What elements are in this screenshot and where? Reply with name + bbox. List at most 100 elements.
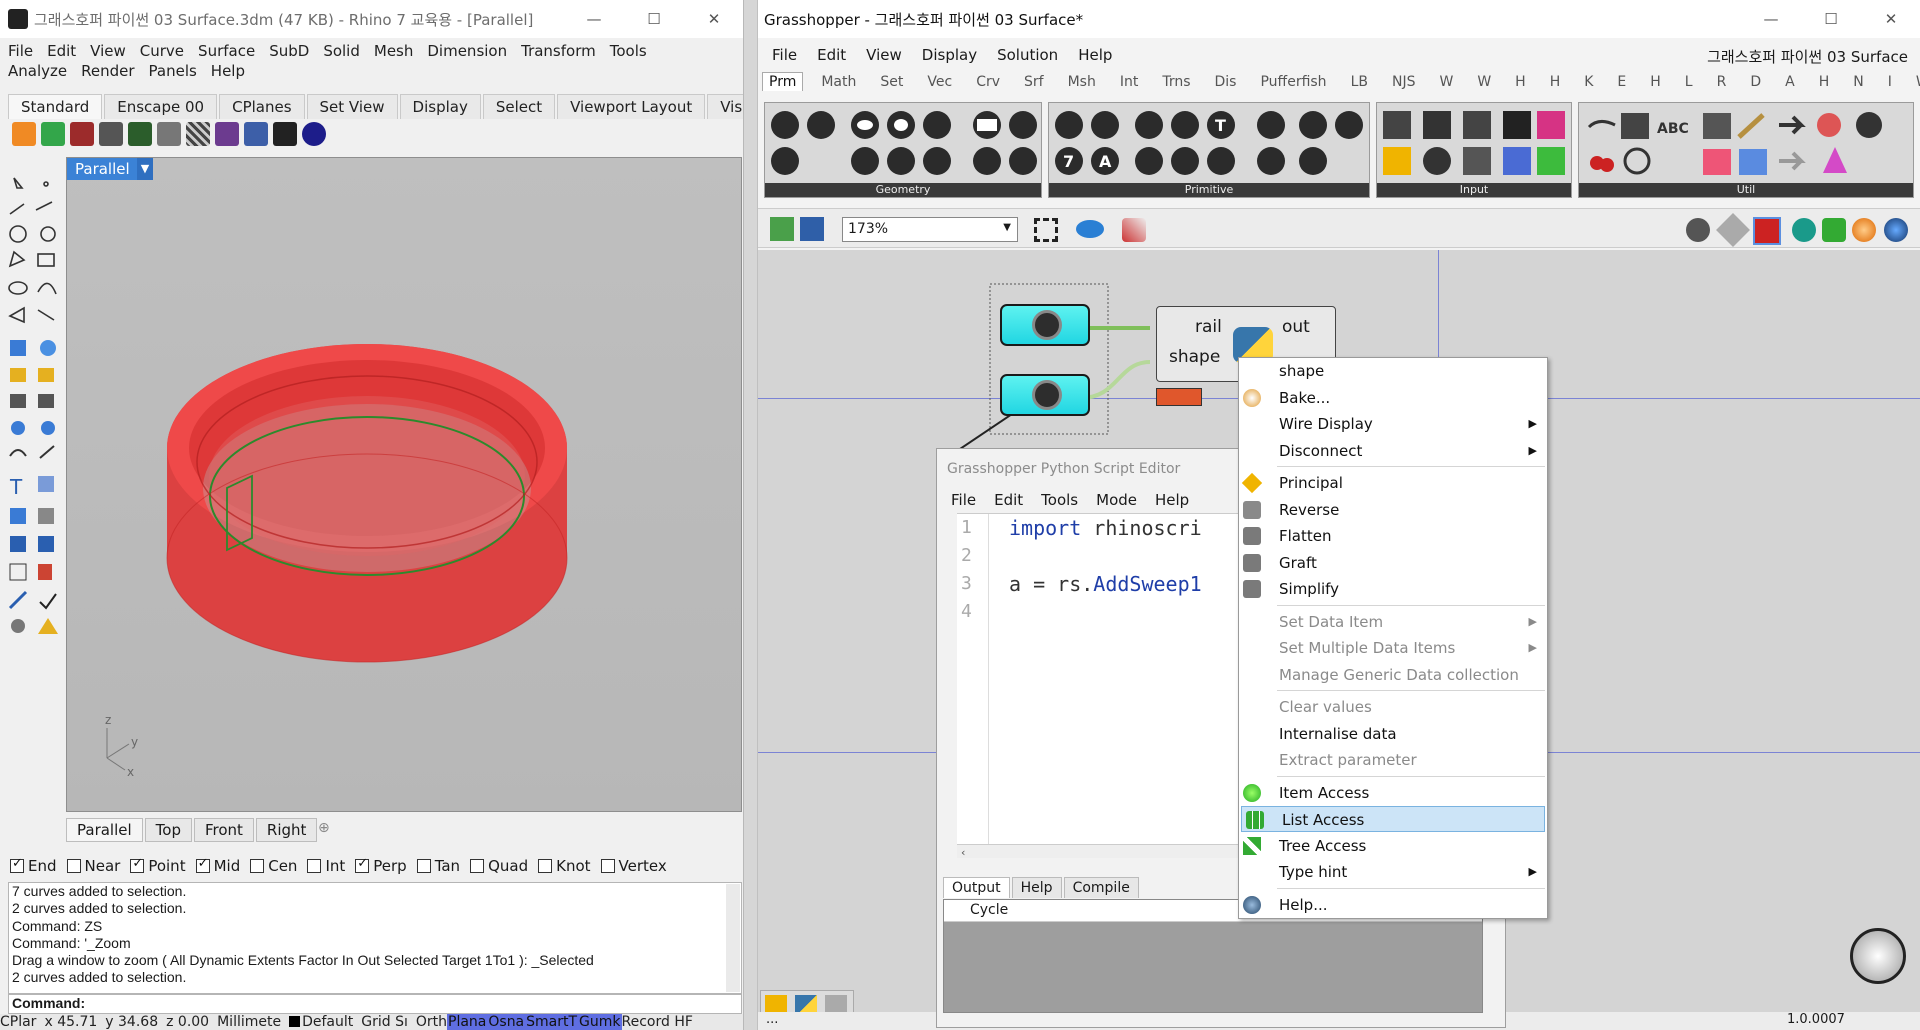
gh-tab-lb[interactable]: LB bbox=[1351, 74, 1368, 91]
gh-tab-d[interactable]: D bbox=[1750, 74, 1761, 91]
menu-file[interactable]: File bbox=[8, 41, 33, 61]
menu-item-bake[interactable]: Bake... bbox=[1239, 385, 1547, 411]
menu-item-principal[interactable]: Principal bbox=[1239, 470, 1547, 496]
command-prompt[interactable]: Command: bbox=[8, 994, 742, 1014]
gh-tab-msh[interactable]: Msh bbox=[1068, 74, 1096, 91]
curve-param-node-shape[interactable] bbox=[1000, 374, 1090, 416]
gh-tab-pufferfish[interactable]: Pufferfish bbox=[1260, 74, 1326, 91]
py-menu-mode[interactable]: Mode bbox=[1096, 491, 1137, 509]
osnap-knot[interactable]: Knot bbox=[538, 857, 591, 875]
gh-minimize-button[interactable]: — bbox=[1741, 0, 1801, 38]
menu-item-shape[interactable]: shape bbox=[1239, 358, 1547, 384]
python-output-out[interactable]: out bbox=[1282, 317, 1310, 337]
tab-set-view[interactable]: Set View bbox=[306, 94, 398, 119]
tab-display[interactable]: Display bbox=[399, 94, 481, 119]
util-param-icons[interactable]: ABC bbox=[1579, 103, 1913, 183]
gh-document-name[interactable]: 그래스호퍼 파이썬 03 Surface bbox=[1707, 46, 1908, 67]
menu-panels[interactable]: Panels bbox=[149, 61, 197, 81]
osnap-checkbox[interactable] bbox=[416, 859, 431, 873]
py-menu-tools[interactable]: Tools bbox=[1041, 491, 1078, 509]
status-cplane[interactable]: CPlar bbox=[0, 1014, 36, 1030]
input-param-icons[interactable] bbox=[1377, 103, 1571, 183]
upload-icon[interactable] bbox=[215, 122, 239, 146]
gh-tab-h[interactable]: H bbox=[1515, 74, 1526, 91]
enscape-icon[interactable] bbox=[128, 122, 152, 146]
py-menu-help[interactable]: Help bbox=[1155, 491, 1189, 509]
sidebar-tool-icons[interactable]: T bbox=[4, 170, 60, 810]
menu-mesh[interactable]: Mesh bbox=[374, 41, 414, 61]
gh-menu-display[interactable]: Display bbox=[922, 46, 977, 64]
menu-surface[interactable]: Surface bbox=[198, 41, 255, 61]
gh-tab-math[interactable]: Math bbox=[821, 74, 856, 91]
osnap-checkbox[interactable] bbox=[250, 859, 265, 873]
status-gumball[interactable]: Gumk bbox=[578, 1014, 622, 1030]
gh-tab-r[interactable]: R bbox=[1717, 74, 1727, 91]
canvas-navigation-icon[interactable] bbox=[1850, 928, 1906, 984]
menu-view[interactable]: View bbox=[90, 41, 126, 61]
output-col-cycle[interactable]: Cycle bbox=[970, 902, 1008, 918]
curve-param-node-rail[interactable] bbox=[1000, 304, 1090, 346]
osnap-cen[interactable]: Cen bbox=[250, 857, 297, 875]
settings-icon[interactable] bbox=[244, 122, 268, 146]
osnap-checkbox[interactable] bbox=[130, 856, 145, 873]
gh-tab-h[interactable]: H bbox=[1650, 74, 1661, 91]
preview-shaded-icon[interactable] bbox=[1753, 217, 1781, 245]
open-file-icon[interactable] bbox=[770, 217, 794, 241]
primitive-param-icons[interactable]: 7 A T bbox=[1049, 103, 1369, 183]
python-input-rail[interactable]: rail bbox=[1195, 317, 1222, 337]
osnap-near[interactable]: Near bbox=[66, 857, 120, 875]
status-smarttrack[interactable]: SmartT bbox=[525, 1014, 579, 1030]
status-osnap[interactable]: Osna bbox=[487, 1014, 526, 1030]
preview-custom-icon[interactable] bbox=[1822, 218, 1846, 242]
python-input-shape[interactable]: shape bbox=[1169, 347, 1220, 367]
tab-enscape-00[interactable]: Enscape 00 bbox=[104, 94, 218, 119]
osnap-end[interactable]: End bbox=[10, 856, 57, 875]
display-settings-icon[interactable] bbox=[1884, 218, 1908, 242]
zoom-extents-icon[interactable] bbox=[1034, 218, 1058, 242]
py-menu-file[interactable]: File bbox=[951, 491, 976, 509]
gh-tab-w[interactable]: W bbox=[1916, 74, 1920, 91]
gh-tab-int[interactable]: Int bbox=[1120, 74, 1139, 91]
gh-close-button[interactable]: ✕ bbox=[1861, 0, 1920, 38]
osnap-checkbox[interactable] bbox=[470, 859, 485, 873]
py-tab-output[interactable]: Output bbox=[943, 877, 1010, 898]
checker-icon[interactable] bbox=[186, 122, 210, 146]
print-icon[interactable] bbox=[99, 122, 123, 146]
menu-item-list-access[interactable]: List Access bbox=[1241, 806, 1545, 832]
gh-tab-trns[interactable]: Trns bbox=[1162, 74, 1190, 91]
mail-icon[interactable] bbox=[273, 122, 297, 146]
ring-surface-model[interactable]: z y x bbox=[67, 158, 743, 813]
osnap-mid[interactable]: Mid bbox=[195, 856, 240, 875]
menu-transform[interactable]: Transform bbox=[521, 41, 596, 61]
menu-item-internalise-data[interactable]: Internalise data bbox=[1239, 721, 1547, 747]
minimize-button[interactable]: — bbox=[564, 0, 624, 38]
tab-select[interactable]: Select bbox=[482, 94, 556, 119]
code-text[interactable]: import rhinoscri a = rs.AddSweep1 bbox=[1009, 514, 1202, 598]
preview-mesh-icon[interactable] bbox=[1686, 218, 1710, 242]
osnap-checkbox[interactable] bbox=[355, 856, 370, 873]
close-button[interactable]: ✕ bbox=[684, 0, 743, 38]
gh-menu-edit[interactable]: Edit bbox=[817, 46, 846, 64]
gh-tab-h[interactable]: H bbox=[1550, 74, 1561, 91]
menu-curve[interactable]: Curve bbox=[140, 41, 184, 61]
info-icon[interactable] bbox=[302, 122, 326, 146]
osnap-checkbox[interactable] bbox=[10, 856, 24, 873]
osnap-int[interactable]: Int bbox=[307, 857, 345, 875]
menu-item-flatten[interactable]: Flatten bbox=[1239, 523, 1547, 549]
gh-tab-set[interactable]: Set bbox=[880, 74, 903, 91]
tab-viewport-layout[interactable]: Viewport Layout bbox=[557, 94, 706, 119]
gh-menu-view[interactable]: View bbox=[866, 46, 902, 64]
gh-menu-help[interactable]: Help bbox=[1078, 46, 1112, 64]
menu-subd[interactable]: SubD bbox=[269, 41, 309, 61]
status-planar[interactable]: Plana bbox=[447, 1014, 488, 1030]
gh-tab-srf[interactable]: Srf bbox=[1024, 74, 1044, 91]
gh-tab-k[interactable]: K bbox=[1584, 74, 1593, 91]
menu-item-graft[interactable]: Graft bbox=[1239, 550, 1547, 576]
gh-tab-a[interactable]: A bbox=[1785, 74, 1795, 91]
menu-edit[interactable]: Edit bbox=[47, 41, 76, 61]
preview-wire-icon[interactable] bbox=[1716, 213, 1750, 247]
gh-menu-file[interactable]: File bbox=[772, 46, 797, 64]
tab-standard[interactable]: Standard bbox=[8, 94, 103, 119]
refresh-icon[interactable] bbox=[41, 122, 65, 146]
preview-material-icon[interactable] bbox=[1852, 218, 1876, 242]
